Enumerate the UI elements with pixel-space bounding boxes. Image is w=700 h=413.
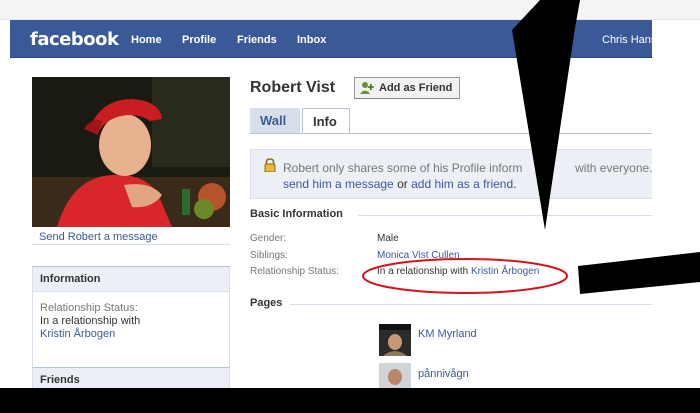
privacy-notice: Robert only shares some of his Profile i… [250,149,652,199]
tab-wall[interactable]: Wall [250,108,300,133]
privacy-text: Robert only shares some of his Profile i… [283,161,652,175]
gender-label: Gender: [250,233,287,244]
privacy-period: . [513,177,517,191]
nav-profile[interactable]: Profile [182,34,216,46]
privacy-line1: Robert only shares some of his Profile i… [283,161,523,175]
sidebar-relationship-value: In a relationship with [40,315,141,327]
add-friend-label: Add as Friend [379,82,453,94]
siblings-label: Siblings: [250,250,288,261]
nav-friends[interactable]: Friends [237,34,277,46]
add-friend-button[interactable]: Add as Friend [354,77,461,99]
privacy-line1-tail: with everyone. [575,161,652,175]
current-user-name[interactable]: Chris Hans [602,34,656,46]
facebook-logo[interactable]: facebook [30,29,119,50]
add-friend-icon [360,81,375,94]
send-him-message-link[interactable]: send him a message [283,177,394,191]
top-nav-bar: facebook Home Profile Friends Inbox Chri… [10,20,656,58]
left-divider [32,244,230,245]
left-arrow-icon [578,252,700,294]
send-message-link[interactable]: Send Robert a message [39,231,158,243]
sibling-link[interactable]: Monica Vist Cullen [377,250,460,261]
sidebar-partner-link[interactable]: Kristin Årbogen [40,328,115,340]
profile-photo[interactable] [32,77,230,227]
privacy-links: send him a message or add him as a frien… [283,177,517,191]
information-heading: Information [33,267,229,292]
top-strip [0,0,700,20]
page-link[interactable]: KM Myrland [418,328,477,340]
basic-information-heading: Basic Information [250,208,343,220]
pages-heading: Pages [250,297,283,309]
relationship-value: In a relationship with Kristin Årbogen [377,266,539,277]
page-link[interactable]: pånnivågn [418,368,469,380]
tab-info[interactable]: Info [302,108,350,134]
page-thumbnail[interactable] [379,324,411,356]
relationship-label: Relationship Status: [250,266,339,277]
pages-rule [290,304,652,305]
siblings-value: Monica Vist Cullen [377,250,460,261]
tab-underline [250,133,652,134]
nav-inbox[interactable]: Inbox [297,34,326,46]
privacy-or: or [397,177,408,191]
relationship-text: In a relationship with [377,266,471,277]
sidebar-relationship-label: Relationship Status: [40,302,138,314]
profile-name: Robert Vist [250,79,336,96]
nav-home[interactable]: Home [131,34,162,46]
basic-info-rule [358,215,652,216]
add-him-friend-link[interactable]: add him as a friend [411,177,513,191]
lock-icon [263,158,277,173]
gender-value: Male [377,233,399,244]
partner-link[interactable]: Kristin Årbogen [471,266,539,277]
bottom-black-bar [0,388,700,413]
